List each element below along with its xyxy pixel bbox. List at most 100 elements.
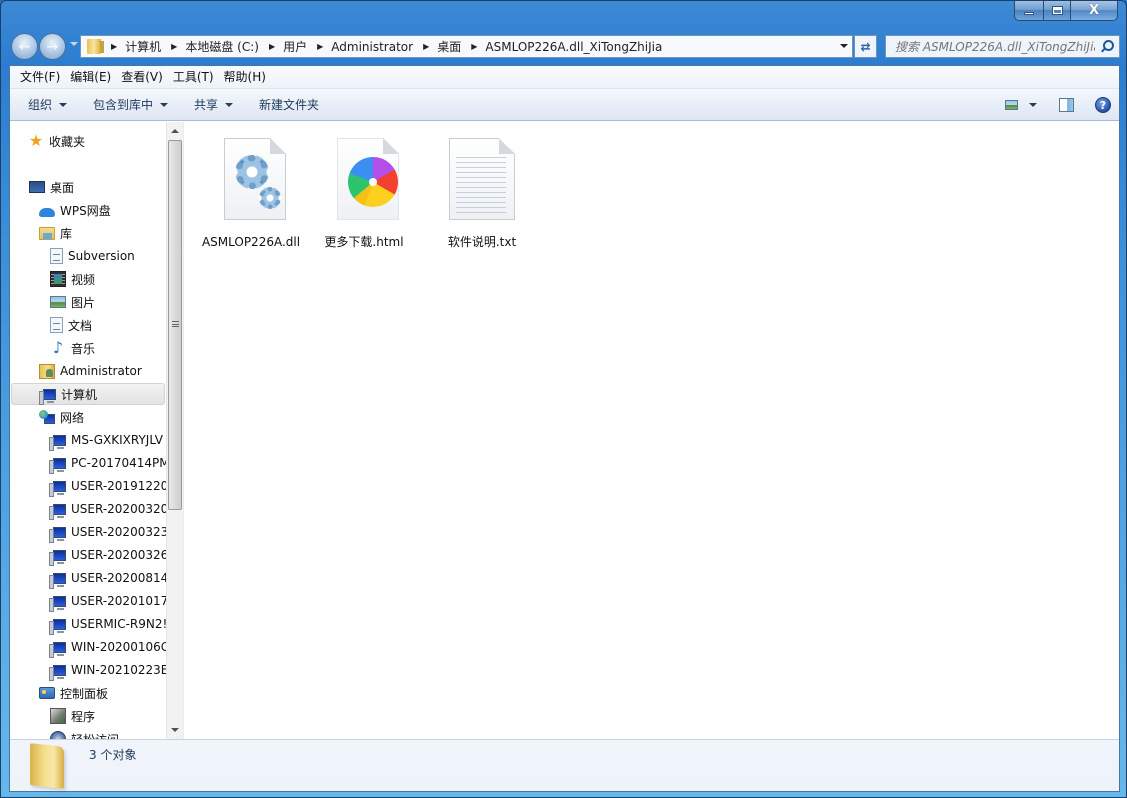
- menu-view[interactable]: 查看(V): [116, 66, 168, 88]
- breadcrumb-computer[interactable]: 计算机: [125, 38, 161, 55]
- search-input[interactable]: [895, 39, 1095, 54]
- sidebar-item-network-pc[interactable]: USER-20201017I: [10, 590, 166, 612]
- file-item-txt[interactable]: 软件说明.txt: [427, 130, 537, 262]
- sidebar-item-network-pc[interactable]: MS-GXKIXRYJLV: [10, 429, 166, 451]
- refresh-button[interactable]: ⇄: [854, 35, 877, 58]
- recent-pages-dropdown[interactable]: [70, 42, 78, 46]
- sidebar-item-label: 音乐: [71, 341, 96, 356]
- explorer-window: X ← → ▶ 计算机 ▶ 本地磁盘 (C:) ▶ 用户 ▶ Administr…: [0, 0, 1127, 798]
- maximize-button[interactable]: [1043, 1, 1070, 21]
- sidebar-item-ease-of-access[interactable]: 轻松访问: [10, 728, 166, 739]
- share-button[interactable]: 共享: [186, 93, 241, 117]
- arrow-left-icon: ←: [18, 38, 31, 55]
- sidebar-item-programs[interactable]: 程序: [10, 705, 166, 727]
- scroll-up-icon[interactable]: [171, 129, 179, 133]
- breadcrumb-separator-icon[interactable]: ▶: [171, 42, 177, 51]
- navigation-scrollbar[interactable]: [166, 122, 183, 739]
- sidebar-item-label: PC-20170414PM: [71, 456, 166, 470]
- file-name: ASMLOP226A.dll: [201, 235, 301, 249]
- forward-button[interactable]: →: [39, 33, 66, 60]
- breadcrumb-local-disk[interactable]: 本地磁盘 (C:): [185, 38, 259, 55]
- sidebar-item-network[interactable]: 网络: [10, 406, 166, 428]
- sidebar-item-label: USER-20200323': [71, 525, 166, 539]
- breadcrumb-desktop[interactable]: 桌面: [437, 38, 461, 55]
- folder-icon: [30, 743, 64, 789]
- sidebar-item-label: USER-20191220I: [71, 479, 166, 493]
- scrollbar-thumb[interactable]: [168, 140, 182, 510]
- sidebar-item-favorites[interactable]: ★ 收藏夹: [10, 130, 166, 152]
- command-bar: 组织 包含到库中 共享 新建文件夹 ?: [10, 89, 1119, 121]
- picture-icon: [50, 296, 66, 308]
- search-box[interactable]: [885, 35, 1120, 58]
- help-icon[interactable]: ?: [1095, 97, 1111, 113]
- video-icon: [50, 271, 66, 287]
- breadcrumb-administrator[interactable]: Administrator: [331, 40, 413, 54]
- sidebar-item-videos[interactable]: 视频: [10, 268, 166, 290]
- menu-bar: 文件(F) 编辑(E) 查看(V) 工具(T) 帮助(H): [10, 66, 1119, 89]
- sidebar-item-network-pc[interactable]: USER-20200326': [10, 544, 166, 566]
- control-panel-icon: [39, 687, 55, 699]
- details-pane: 3 个对象: [10, 739, 1119, 791]
- sidebar-item-subversion[interactable]: Subversion: [10, 245, 166, 267]
- document-icon: [50, 248, 63, 264]
- sidebar-item-network-pc[interactable]: USER-20200814/: [10, 567, 166, 589]
- sidebar-item-computer[interactable]: 计算机: [11, 383, 165, 405]
- sidebar-item-network-pc[interactable]: WIN-20200106G: [10, 636, 166, 658]
- navigation-row: ← → ▶ 计算机 ▶ 本地磁盘 (C:) ▶ 用户 ▶ Administrat…: [9, 33, 1120, 60]
- breadcrumb-separator-icon[interactable]: ▶: [111, 42, 117, 51]
- document-icon: [50, 317, 63, 333]
- address-dropdown-icon[interactable]: [840, 44, 848, 48]
- sidebar-item-network-pc[interactable]: PC-20170414PM: [10, 452, 166, 474]
- view-options-dropdown[interactable]: [1029, 103, 1037, 107]
- sidebar-item-label: WIN-20200106G: [71, 640, 166, 654]
- sidebar-item-network-pc[interactable]: USER-20200320I: [10, 498, 166, 520]
- new-folder-button[interactable]: 新建文件夹: [251, 93, 327, 117]
- sidebar-item-pictures[interactable]: 图片: [10, 291, 166, 313]
- file-item-dll[interactable]: ASMLOP226A.dll: [196, 130, 306, 262]
- file-name: 软件说明.txt: [447, 235, 517, 249]
- sidebar-item-label: 收藏夹: [49, 134, 86, 149]
- sidebar-item-control-panel[interactable]: 控制面板: [10, 682, 166, 704]
- menu-help[interactable]: 帮助(H): [219, 66, 271, 88]
- breadcrumb-separator-icon[interactable]: ▶: [423, 42, 429, 51]
- sidebar-item-label: 库: [60, 226, 73, 241]
- close-button[interactable]: X: [1070, 1, 1118, 21]
- sidebar-item-network-pc[interactable]: USER-20191220I: [10, 475, 166, 497]
- sidebar-item-network-pc[interactable]: USER-20200323': [10, 521, 166, 543]
- menu-file[interactable]: 文件(F): [15, 66, 65, 88]
- sidebar-item-music[interactable]: ♪ 音乐: [10, 337, 166, 359]
- breadcrumb-separator-icon[interactable]: ▶: [471, 42, 477, 51]
- toolbar-right-group: ?: [1005, 93, 1111, 117]
- organize-button[interactable]: 组织: [20, 93, 75, 117]
- sidebar-item-administrator[interactable]: Administrator: [10, 360, 166, 382]
- share-label: 共享: [194, 98, 219, 112]
- preview-pane-icon[interactable]: [1059, 98, 1074, 112]
- change-view-icon[interactable]: [1005, 100, 1018, 110]
- refresh-icon: ⇄: [860, 39, 871, 54]
- sidebar-item-libraries[interactable]: 库: [10, 222, 166, 244]
- address-bar[interactable]: ▶ 计算机 ▶ 本地磁盘 (C:) ▶ 用户 ▶ Administrator ▶…: [80, 35, 853, 58]
- breadcrumb-separator-icon[interactable]: ▶: [269, 42, 275, 51]
- sidebar-item-label: 计算机: [61, 387, 98, 402]
- scroll-down-icon[interactable]: [171, 728, 179, 732]
- sidebar-item-network-pc[interactable]: WIN-20210223E: [10, 659, 166, 681]
- sidebar-item-label: 网络: [60, 410, 85, 425]
- include-in-library-button[interactable]: 包含到库中: [85, 93, 176, 117]
- browser-pinwheel-icon: [348, 157, 398, 207]
- computer-icon: [49, 549, 66, 566]
- back-button[interactable]: ←: [11, 33, 38, 60]
- menu-edit[interactable]: 编辑(E): [65, 66, 116, 88]
- sidebar-item-documents[interactable]: 文档: [10, 314, 166, 336]
- search-icon[interactable]: [1103, 40, 1114, 51]
- breadcrumb-current-folder[interactable]: ASMLOP226A.dll_XiTongZhiJia: [485, 40, 662, 54]
- minimize-button[interactable]: [1014, 1, 1043, 21]
- sidebar-item-desktop[interactable]: 桌面: [10, 176, 166, 198]
- breadcrumb-separator-icon[interactable]: ▶: [317, 42, 323, 51]
- file-item-html[interactable]: 更多下载.html: [309, 130, 419, 262]
- menu-tools[interactable]: 工具(T): [168, 66, 219, 88]
- caption-buttons: X: [1014, 1, 1118, 21]
- breadcrumb-users[interactable]: 用户: [283, 38, 307, 55]
- sidebar-item-label: 桌面: [50, 180, 75, 195]
- sidebar-item-network-pc[interactable]: USERMIC-R9N2!: [10, 613, 166, 635]
- sidebar-item-wps-cloud[interactable]: WPS网盘: [10, 199, 166, 221]
